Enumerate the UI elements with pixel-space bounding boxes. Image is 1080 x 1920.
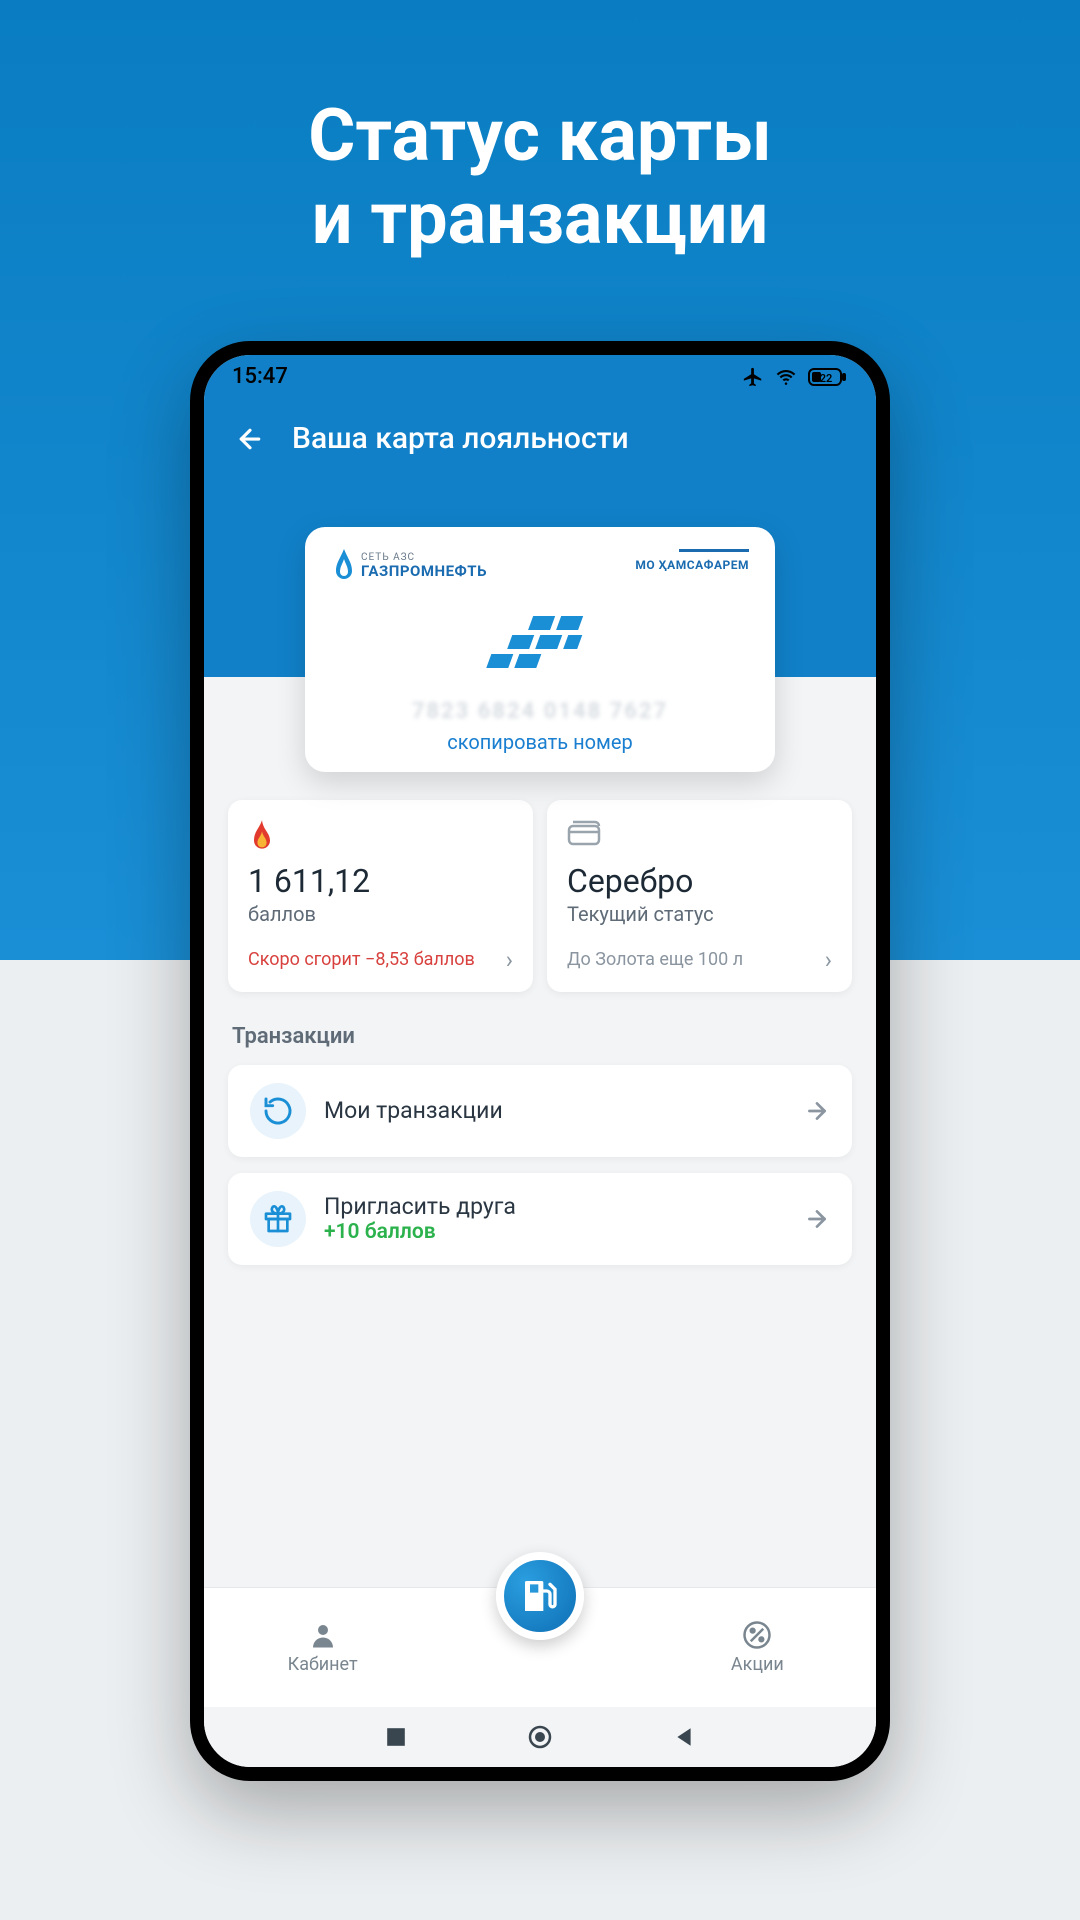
- points-unit: баллов: [248, 902, 513, 926]
- nav-cabinet[interactable]: Кабинет: [243, 1620, 403, 1675]
- copy-number-link[interactable]: скопировать номер: [331, 730, 749, 754]
- percent-icon: [742, 1620, 772, 1650]
- status-card[interactable]: Серебро Текущий статус До Золота еще 100…: [547, 800, 852, 992]
- list-label: Мои транзакции: [324, 1097, 786, 1124]
- nav-label: Кабинет: [288, 1654, 358, 1675]
- nav-promo[interactable]: Акции: [677, 1620, 837, 1675]
- my-transactions-row[interactable]: Мои транзакции: [228, 1065, 852, 1157]
- nav-fuel-fab[interactable]: [496, 1552, 584, 1640]
- status-value: Серебро: [567, 862, 832, 900]
- brand-main: ГАЗПРОМНЕФТЬ: [361, 563, 487, 580]
- content-area: СЕТЬ АЗС ГАЗПРОМНЕФТЬ МО ҲАМСАФАРЕМ: [204, 527, 876, 1587]
- arrow-left-icon: [235, 424, 265, 454]
- card-status-icon: [567, 820, 832, 852]
- section-transactions-title: Транзакции: [232, 1024, 852, 1049]
- status-label: Текущий статус: [567, 902, 832, 926]
- hero-line2: и транзакции: [308, 178, 772, 261]
- system-nav: [204, 1707, 876, 1767]
- card-header: СЕТЬ АЗС ГАЗПРОМНЕФТЬ МО ҲАМСАФАРЕМ: [331, 549, 749, 583]
- fuel-pump-icon: [520, 1576, 560, 1616]
- card-logo: [331, 611, 749, 681]
- points-value: 1 611,12: [248, 862, 513, 900]
- card-number-masked: 7823 6824 0148 7627: [331, 699, 749, 724]
- home-button[interactable]: [527, 1724, 553, 1750]
- status-icons: 22: [742, 366, 848, 388]
- flame-icon: [331, 549, 357, 583]
- stat-row: 1 611,12 баллов Скоро сгорит −8,53 балло…: [228, 800, 852, 992]
- list-label: Пригласить друга: [324, 1193, 786, 1220]
- partner-block: МО ҲАМСАФАРЕМ: [635, 549, 749, 572]
- arrow-right-icon: [804, 1098, 830, 1124]
- recent-apps-button[interactable]: [385, 1726, 407, 1748]
- status-bar: 15:47 22: [204, 355, 876, 399]
- battery-icon: 22: [808, 367, 848, 387]
- loyalty-card[interactable]: СЕТЬ АЗС ГАЗПРОМНЕФТЬ МО ҲАМСАФАРЕМ: [305, 527, 775, 772]
- invite-friend-row[interactable]: Пригласить друга +10 баллов: [228, 1173, 852, 1265]
- app-header: Ваша карта лояльности: [204, 399, 876, 487]
- points-expiring: Скоро сгорит −8,53 баллов: [248, 949, 475, 970]
- logo-graphic-icon: [475, 611, 605, 681]
- phone-screen: 15:47 22 Ваша карта лояльности: [204, 355, 876, 1767]
- chevron-right-icon: ›: [825, 946, 832, 974]
- person-icon: [308, 1620, 338, 1650]
- phone-frame: 15:47 22 Ваша карта лояльности: [190, 341, 890, 1781]
- status-next: До Золота еще 100 л: [567, 949, 743, 970]
- back-system-button[interactable]: [673, 1726, 695, 1748]
- hero-line1: Статус карты: [308, 95, 772, 178]
- back-button[interactable]: [232, 421, 268, 457]
- partner-label: МО ҲАМСАФАРЕМ: [635, 558, 749, 572]
- brand-block: СЕТЬ АЗС ГАЗПРОМНЕФТЬ: [331, 549, 487, 583]
- arrow-right-icon: [804, 1206, 830, 1232]
- points-card[interactable]: 1 611,12 баллов Скоро сгорит −8,53 балло…: [228, 800, 533, 992]
- refresh-icon: [250, 1083, 306, 1139]
- status-time: 15:47: [232, 364, 288, 389]
- bottom-nav: Кабинет Акции: [204, 1587, 876, 1707]
- partner-line: [679, 549, 749, 552]
- invite-bonus: +10 баллов: [324, 1220, 786, 1244]
- fire-icon: [248, 820, 513, 852]
- airplane-icon: [742, 366, 764, 388]
- chevron-right-icon: ›: [506, 946, 513, 974]
- gift-icon: [250, 1191, 306, 1247]
- page-title: Ваша карта лояльности: [292, 421, 629, 456]
- nav-label: Акции: [731, 1654, 784, 1675]
- hero-title: Статус карты и транзакции: [308, 95, 772, 261]
- wifi-icon: [774, 367, 798, 387]
- svg-text:22: 22: [820, 372, 833, 385]
